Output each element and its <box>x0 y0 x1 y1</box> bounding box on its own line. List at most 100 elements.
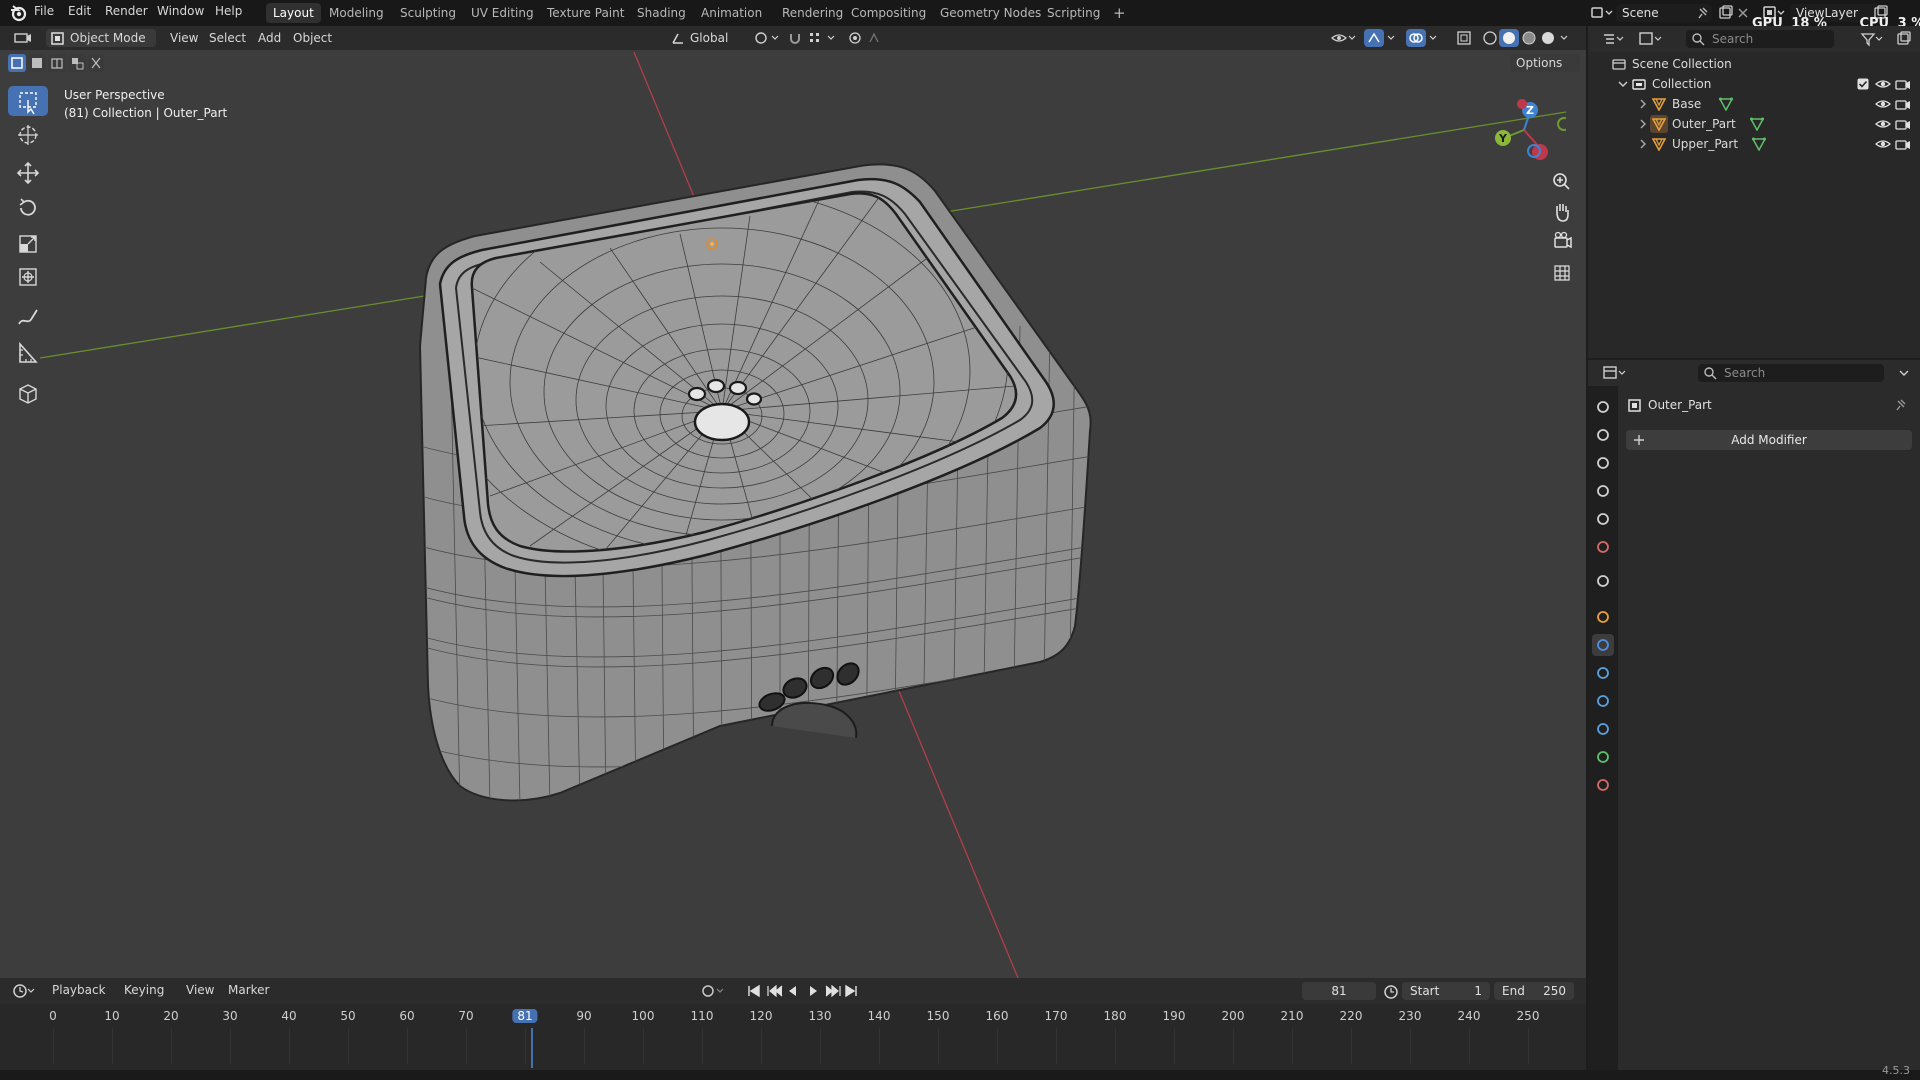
select-mode-buttons[interactable] <box>8 54 104 72</box>
snap-icon[interactable] <box>788 31 802 45</box>
properties-editor-icon[interactable] <box>1602 365 1628 381</box>
tab-layout[interactable]: Layout <box>266 3 321 23</box>
3d-viewport[interactable]: Object Mode View Select Add Object Globa… <box>0 26 1586 978</box>
xray-toggle-icon[interactable] <box>1456 30 1472 46</box>
tab-data[interactable] <box>1592 746 1614 768</box>
menu-view[interactable]: View <box>164 29 204 47</box>
outliner-search-input[interactable]: Search <box>1686 30 1834 48</box>
mesh-data-icon[interactable] <box>1719 97 1733 111</box>
timeline[interactable]: Playback Keying View Marker 81 Start 1 E… <box>0 978 1586 1070</box>
menu-file[interactable]: File <box>34 4 54 18</box>
tool-add-cube[interactable] <box>8 378 48 408</box>
render-camera-icon[interactable] <box>1895 97 1911 111</box>
menu-playback[interactable]: Playback <box>46 981 112 999</box>
collapse-arrow-icon[interactable] <box>1638 99 1648 109</box>
pin-icon[interactable] <box>1695 6 1709 20</box>
tab-rendering[interactable]: Rendering <box>775 3 850 23</box>
blender-logo-icon[interactable] <box>9 4 27 22</box>
play-icon[interactable] <box>810 986 817 996</box>
tool-transform[interactable] <box>8 262 48 292</box>
playback-controls[interactable] <box>746 983 862 999</box>
tab-world[interactable] <box>1592 536 1614 558</box>
tab-compositing[interactable]: Compositing <box>844 3 933 23</box>
new-scene-icon[interactable] <box>1718 5 1734 21</box>
jump-end-icon[interactable] <box>845 984 857 998</box>
outliner[interactable]: Search Scene Collection Collection Base … <box>1588 26 1920 358</box>
visibility-selectability-icon[interactable] <box>1330 30 1356 46</box>
properties-search-input[interactable]: Search <box>1698 364 1884 382</box>
properties-editor[interactable]: Search Outer_Part Add Modifier <box>1588 360 1920 1070</box>
tool-move[interactable] <box>8 158 48 188</box>
display-mode-icon[interactable] <box>1638 31 1664 47</box>
current-frame-field[interactable]: 81 <box>1302 982 1376 1000</box>
snap-target-icon[interactable] <box>808 31 838 45</box>
timeline-editor-icon[interactable] <box>12 983 36 999</box>
tab-render[interactable] <box>1592 424 1614 446</box>
exclude-checkbox-icon[interactable] <box>1857 78 1869 90</box>
tab-uv-editing[interactable]: UV Editing <box>464 3 541 23</box>
add-modifier-button[interactable]: Add Modifier <box>1626 430 1912 450</box>
scene-icon[interactable] <box>1590 5 1614 21</box>
chevron-down-icon[interactable] <box>1898 367 1910 379</box>
eye-icon[interactable] <box>1875 138 1891 150</box>
menu-window[interactable]: Window <box>157 4 204 18</box>
tab-physics[interactable] <box>1592 690 1614 712</box>
menu-render[interactable]: Render <box>105 4 148 18</box>
tab-material[interactable] <box>1592 774 1614 796</box>
gizmo-toggle-icon[interactable] <box>1364 29 1398 47</box>
end-frame-field[interactable]: End 250 <box>1494 982 1574 1000</box>
menu-edit[interactable]: Edit <box>68 4 91 18</box>
outliner-editor-icon[interactable] <box>1602 31 1626 47</box>
mesh-data-icon[interactable] <box>1752 137 1766 151</box>
start-frame-field[interactable]: Start 1 <box>1402 982 1490 1000</box>
jump-keyframe-forward-icon[interactable] <box>825 984 841 998</box>
render-camera-icon[interactable] <box>1895 117 1911 131</box>
jump-start-icon[interactable] <box>748 984 760 998</box>
eye-icon[interactable] <box>1875 118 1891 130</box>
tab-shading[interactable]: Shading <box>630 3 693 23</box>
tool-measure[interactable] <box>8 338 48 368</box>
tab-animation[interactable]: Animation <box>694 3 769 23</box>
filter-icon[interactable] <box>1860 31 1884 47</box>
pan-button[interactable] <box>1547 198 1577 226</box>
add-workspace-button[interactable]: + <box>1106 3 1133 23</box>
shading-modes[interactable] <box>1481 29 1571 47</box>
eye-icon[interactable] <box>1875 78 1891 90</box>
new-collection-icon[interactable] <box>1896 31 1912 47</box>
tab-sculpting[interactable]: Sculpting <box>393 3 463 23</box>
tool-scale[interactable] <box>8 228 48 258</box>
object-mode-dropdown[interactable]: Object Mode <box>46 29 156 47</box>
tab-particles[interactable] <box>1592 662 1614 684</box>
collection-row[interactable]: Collection <box>1588 74 1920 94</box>
auto-keying-icon[interactable] <box>700 983 726 999</box>
playhead[interactable] <box>531 1028 533 1068</box>
tab-modeling[interactable]: Modeling <box>322 3 391 23</box>
tool-select-box[interactable] <box>8 86 48 116</box>
expand-arrow-icon[interactable] <box>1618 79 1628 89</box>
tab-view-layer[interactable] <box>1592 480 1614 502</box>
tab-output[interactable] <box>1592 452 1614 474</box>
menu-object[interactable]: Object <box>287 29 338 47</box>
tab-geometry-nodes[interactable]: Geometry Nodes <box>933 3 1048 23</box>
tab-scripting[interactable]: Scripting <box>1040 3 1107 23</box>
render-camera-icon[interactable] <box>1895 137 1911 151</box>
stopwatch-icon[interactable] <box>1383 983 1399 999</box>
pivot-point-icon[interactable] <box>754 31 780 45</box>
play-reverse-icon[interactable] <box>789 986 796 996</box>
scene-collection-row[interactable]: Scene Collection <box>1588 54 1920 74</box>
tab-collection[interactable] <box>1592 570 1614 592</box>
zoom-button[interactable] <box>1547 168 1577 196</box>
orientation-dropdown[interactable]: Global <box>668 29 748 47</box>
outliner-object-outer-part[interactable]: Outer_Part <box>1588 114 1920 134</box>
tab-texture-paint[interactable]: Texture Paint <box>540 3 631 23</box>
tab-scene[interactable] <box>1592 508 1614 530</box>
collapse-arrow-icon[interactable] <box>1638 139 1648 149</box>
ortho-toggle-button[interactable] <box>1547 258 1577 286</box>
tab-object[interactable] <box>1592 606 1614 628</box>
outliner-object-upper-part[interactable]: Upper_Part <box>1588 134 1920 154</box>
viewport-scene[interactable] <box>0 26 1586 978</box>
menu-marker[interactable]: Marker <box>222 981 275 999</box>
jump-keyframe-back-icon[interactable] <box>767 984 783 998</box>
pin-icon[interactable] <box>1894 399 1907 412</box>
mesh-data-icon[interactable] <box>1750 117 1764 131</box>
